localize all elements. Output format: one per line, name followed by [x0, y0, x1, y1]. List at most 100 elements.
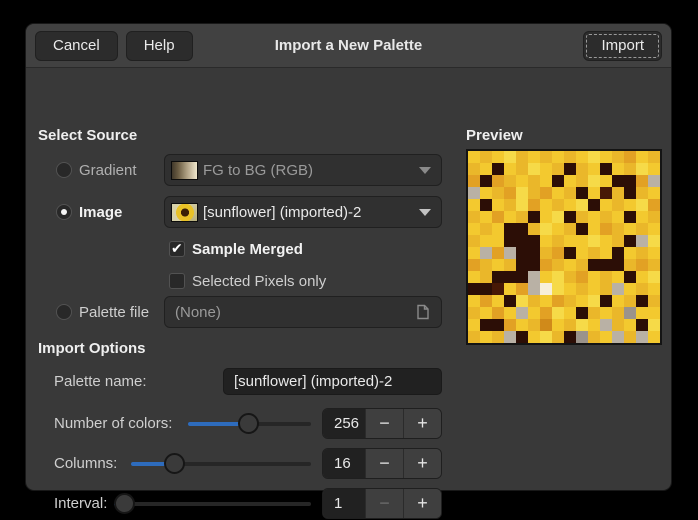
interval-value[interactable]: 1 [323, 489, 365, 518]
palette-swatch [540, 295, 552, 307]
image-source-row: Image [56, 196, 122, 228]
palette-swatch [624, 235, 636, 247]
palette-swatch [492, 199, 504, 211]
gradient-radio-label[interactable]: Gradient [79, 162, 137, 179]
palette-swatch [576, 235, 588, 247]
num-colors-value[interactable]: 256 [323, 409, 365, 438]
palette-swatch [564, 271, 576, 283]
preview-heading: Preview [466, 127, 523, 144]
selected-pixels-label[interactable]: Selected Pixels only [192, 273, 326, 290]
import-palette-dialog: Cancel Help Import a New Palette Import … [25, 23, 672, 491]
palette-swatch [636, 175, 648, 187]
palette-swatch [504, 247, 516, 259]
palette-swatch [576, 331, 588, 343]
palette-file-radio[interactable] [56, 304, 72, 320]
palette-swatch [576, 223, 588, 235]
palette-swatch [588, 259, 600, 271]
palette-swatch [588, 331, 600, 343]
palette-swatch [636, 271, 648, 283]
sunflower-thumbnail [171, 203, 198, 222]
plus-button[interactable]: + [403, 489, 441, 518]
dialog-content: Select Source Gradient FG to BG (RGB) Im… [26, 68, 671, 491]
palette-swatch [492, 223, 504, 235]
minus-button[interactable]: − [365, 449, 403, 478]
palette-swatch [624, 151, 636, 163]
palette-swatch [516, 199, 528, 211]
gradient-select[interactable]: FG to BG (RGB) [164, 154, 442, 186]
palette-swatch [600, 187, 612, 199]
palette-swatch [648, 271, 660, 283]
palette-swatch [612, 271, 624, 283]
sample-merged-label[interactable]: Sample Merged [192, 241, 303, 258]
palette-swatch [528, 307, 540, 319]
plus-button[interactable]: + [403, 449, 441, 478]
num-colors-slider[interactable] [188, 408, 311, 440]
palette-swatch [624, 307, 636, 319]
palette-swatch [648, 307, 660, 319]
slider-handle[interactable] [164, 453, 185, 474]
cancel-button[interactable]: Cancel [35, 31, 118, 61]
palette-swatch [600, 235, 612, 247]
palette-swatch [468, 247, 480, 259]
palette-swatch [588, 283, 600, 295]
image-radio[interactable] [56, 204, 72, 220]
palette-swatch [528, 235, 540, 247]
palette-swatch [504, 211, 516, 223]
palette-swatch [468, 223, 480, 235]
palette-swatch [492, 235, 504, 247]
palette-swatch [552, 307, 564, 319]
gradient-radio[interactable] [56, 162, 72, 178]
interval-row: Interval: [54, 488, 107, 519]
num-colors-spinbox: 256 − + [322, 408, 442, 439]
minus-button[interactable]: − [365, 409, 403, 438]
palette-file-radio-label[interactable]: Palette file [79, 304, 149, 321]
columns-value[interactable]: 16 [323, 449, 365, 478]
palette-swatch [504, 307, 516, 319]
palette-swatch [540, 187, 552, 199]
palette-swatch [516, 283, 528, 295]
image-select[interactable]: [sunflower] (imported)-2 [164, 196, 442, 228]
palette-swatch [504, 187, 516, 199]
interval-slider[interactable] [114, 488, 311, 520]
palette-swatch [540, 163, 552, 175]
palette-swatch [516, 259, 528, 271]
palette-swatch [636, 283, 648, 295]
palette-swatch [648, 151, 660, 163]
palette-swatch [576, 247, 588, 259]
slider-handle[interactable] [114, 493, 135, 514]
palette-swatch [612, 319, 624, 331]
palette-swatch [516, 247, 528, 259]
palette-swatch [564, 163, 576, 175]
palette-swatch [600, 259, 612, 271]
palette-swatch [588, 175, 600, 187]
palette-swatch [624, 163, 636, 175]
palette-swatch [636, 211, 648, 223]
palette-name-input[interactable]: [sunflower] (imported)-2 [223, 368, 442, 395]
palette-swatch [504, 271, 516, 283]
selected-pixels-checkbox[interactable] [169, 273, 185, 289]
palette-file-chooser[interactable]: (None) [164, 296, 442, 328]
palette-swatch [540, 331, 552, 343]
columns-slider[interactable] [131, 448, 311, 480]
import-button[interactable]: Import [583, 31, 662, 61]
palette-swatch [528, 247, 540, 259]
palette-swatch [600, 175, 612, 187]
image-radio-label[interactable]: Image [79, 204, 122, 221]
palette-swatch [612, 259, 624, 271]
palette-swatch [636, 307, 648, 319]
sample-merged-checkbox[interactable] [169, 241, 185, 257]
palette-swatch [600, 211, 612, 223]
palette-swatch [648, 247, 660, 259]
palette-swatch [552, 235, 564, 247]
help-button[interactable]: Help [126, 31, 193, 61]
palette-swatch [552, 175, 564, 187]
palette-swatch [648, 319, 660, 331]
palette-swatch [636, 235, 648, 247]
palette-swatch [576, 175, 588, 187]
palette-swatch [564, 295, 576, 307]
palette-swatch [540, 307, 552, 319]
plus-button[interactable]: + [403, 409, 441, 438]
palette-swatch [588, 211, 600, 223]
palette-swatch [624, 295, 636, 307]
slider-handle[interactable] [238, 413, 259, 434]
